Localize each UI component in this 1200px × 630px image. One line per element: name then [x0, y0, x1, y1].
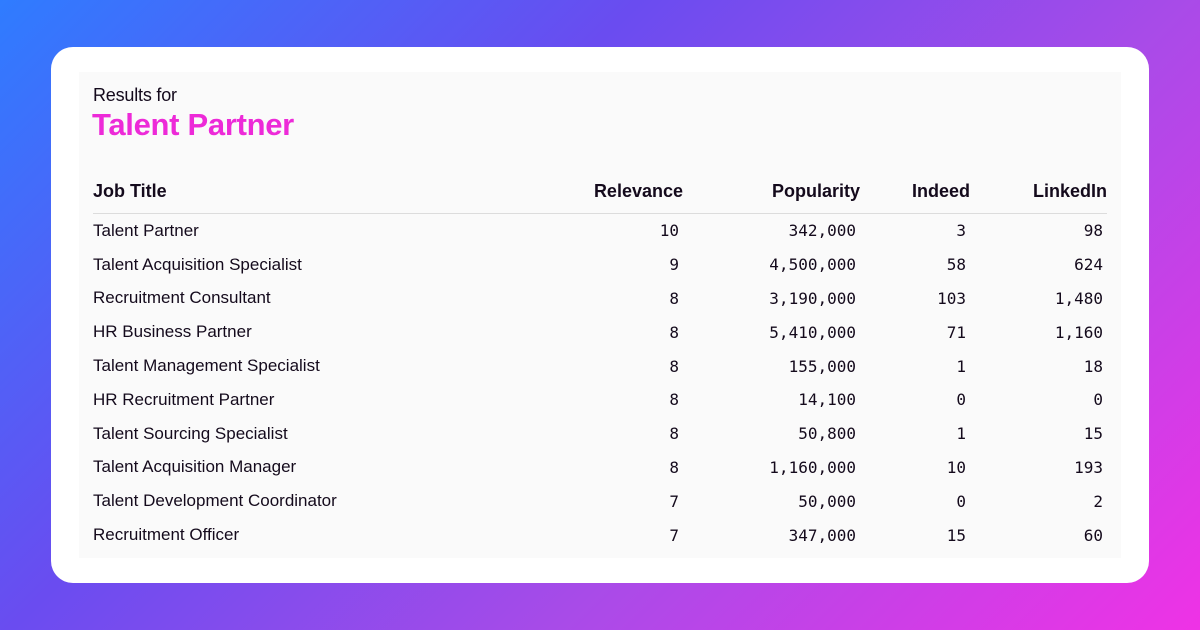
relevance-cell: 8 [669, 424, 679, 444]
indeed-cell: 10 [946, 457, 966, 477]
job-title-cell: Talent Acquisition Specialist [93, 254, 302, 274]
popularity-cell: 3,190,000 [769, 288, 856, 308]
relevance-cell: 8 [669, 288, 679, 308]
job-title-cell: HR Recruitment Partner [93, 389, 275, 409]
linkedin-cell: 624 [1074, 255, 1103, 275]
table-row: Recruitment Officer 7 347,000 15 60 [93, 518, 1107, 552]
indeed-cell: 103 [937, 288, 966, 308]
popularity-cell: 14,100 [798, 390, 856, 410]
table-row: Talent Partner 10 342,000 3 98 [93, 214, 1107, 248]
indeed-cell: 1 [956, 424, 966, 444]
relevance-cell: 8 [669, 457, 679, 477]
linkedin-cell: 2 [1093, 491, 1103, 511]
table-row: Talent Sourcing Specialist 8 50,800 1 15 [93, 417, 1107, 451]
linkedin-cell: 98 [1083, 221, 1103, 241]
table-row: Recruitment Consultant 8 3,190,000 103 1… [93, 282, 1107, 316]
linkedin-cell: 60 [1083, 525, 1103, 545]
column-header-popularity: Popularity [683, 170, 860, 214]
job-title-cell: Talent Partner [93, 220, 199, 240]
indeed-cell: 3 [956, 221, 966, 241]
table-row: Talent Management Specialist 8 155,000 1… [93, 349, 1107, 383]
job-title-cell: Talent Development Coordinator [93, 491, 337, 511]
relevance-cell: 7 [669, 491, 679, 511]
table-row: Talent Acquisition Specialist 9 4,500,00… [93, 248, 1107, 282]
table-row: Talent Development Coordinator 7 50,000 … [93, 484, 1107, 518]
linkedin-cell: 15 [1083, 424, 1103, 444]
relevance-cell: 8 [669, 356, 679, 376]
job-title-cell: Recruitment Officer [93, 525, 240, 545]
column-header-relevance: Relevance [493, 170, 683, 214]
table-header-row: Job Title Relevance Popularity Indeed Li… [93, 170, 1107, 214]
job-title-cell: Talent Acquisition Manager [93, 457, 297, 477]
popularity-cell: 50,000 [798, 491, 856, 511]
job-title-cell: Talent Management Specialist [93, 356, 320, 376]
column-header-linkedin: LinkedIn [970, 170, 1107, 214]
linkedin-cell: 1,160 [1054, 322, 1103, 342]
table-row: Talent Acquisition Manager 8 1,160,000 1… [93, 451, 1107, 485]
job-title-cell: Talent Sourcing Specialist [93, 423, 288, 443]
table-row: HR Recruitment Partner 8 14,100 0 0 [93, 383, 1107, 417]
indeed-cell: 1 [956, 356, 966, 376]
relevance-cell: 7 [669, 525, 679, 545]
linkedin-cell: 193 [1074, 457, 1103, 477]
popularity-cell: 1,160,000 [769, 457, 856, 477]
column-header-indeed: Indeed [860, 170, 970, 214]
table-row: HR Business Partner 8 5,410,000 71 1,160 [93, 315, 1107, 349]
popularity-cell: 155,000 [788, 356, 856, 376]
relevance-cell: 10 [659, 221, 679, 241]
job-title-cell: Recruitment Consultant [93, 288, 271, 308]
popularity-cell: 4,500,000 [769, 255, 856, 275]
results-subtitle: Results for [93, 85, 177, 105]
linkedin-cell: 1,480 [1054, 288, 1103, 308]
popularity-cell: 347,000 [788, 525, 856, 545]
relevance-cell: 8 [669, 322, 679, 342]
popularity-cell: 50,800 [798, 424, 856, 444]
results-card: Results for Talent Partner Job Title Rel… [51, 47, 1149, 583]
linkedin-cell: 18 [1083, 356, 1103, 376]
indeed-cell: 0 [956, 390, 966, 410]
search-query-title: Talent Partner [92, 107, 294, 142]
relevance-cell: 9 [669, 255, 679, 275]
linkedin-cell: 0 [1093, 390, 1103, 410]
indeed-cell: 0 [956, 491, 966, 511]
indeed-cell: 71 [946, 322, 966, 342]
popularity-cell: 5,410,000 [769, 322, 856, 342]
results-table: Job Title Relevance Popularity Indeed Li… [93, 170, 1107, 552]
indeed-cell: 58 [946, 255, 966, 275]
popularity-cell: 342,000 [788, 221, 856, 241]
results-panel: Results for Talent Partner Job Title Rel… [79, 72, 1121, 558]
job-title-cell: HR Business Partner [93, 322, 252, 342]
column-header-job-title: Job Title [93, 170, 493, 214]
relevance-cell: 8 [669, 390, 679, 410]
indeed-cell: 15 [946, 525, 966, 545]
